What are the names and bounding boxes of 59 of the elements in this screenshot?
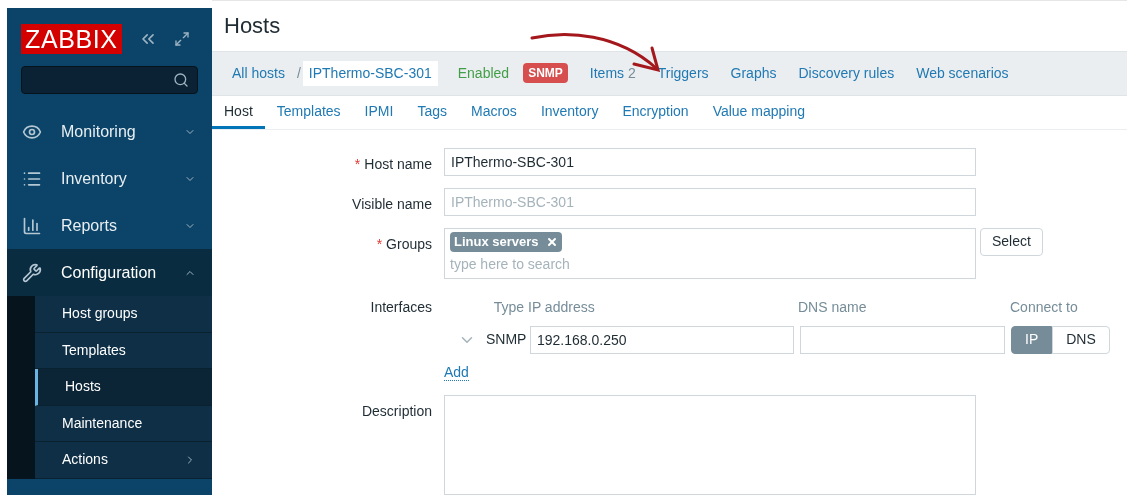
submenu-item[interactable]: Maintenance — [35, 405, 212, 442]
submenu-item[interactable]: Actions — [35, 442, 212, 479]
host-link[interactable]: Triggers — [657, 62, 709, 84]
column-header: IP address — [528, 298, 596, 317]
dns-name-field[interactable] — [800, 326, 1005, 354]
logo: ZABBIX — [21, 24, 122, 54]
bar-chart-icon — [22, 215, 42, 236]
breadcrumb-link[interactable]: All hosts — [220, 62, 297, 84]
column-header: Type — [492, 298, 525, 317]
host-link[interactable]: Graphs — [730, 62, 777, 84]
submenu-item[interactable]: Hosts — [35, 369, 212, 406]
tab[interactable]: Host — [212, 96, 265, 129]
search-placeholder: type here to search — [450, 255, 571, 274]
menu-item[interactable]: Reports — [7, 202, 212, 249]
tab[interactable]: Tags — [405, 96, 459, 129]
field-label: Groups — [386, 236, 432, 252]
wrench-icon — [22, 262, 42, 283]
breadcrumb-separator: / — [296, 63, 301, 83]
status-text: Enabled — [457, 63, 510, 83]
search-icon[interactable] — [173, 72, 189, 88]
add-link[interactable]: Add — [444, 364, 469, 381]
tab[interactable]: Templates — [264, 96, 353, 129]
field-label: Visible name — [352, 196, 432, 212]
host-link[interactable]: Items 2 — [589, 62, 636, 84]
required-mark: * — [376, 236, 383, 252]
submenu-item[interactable]: Templates — [35, 332, 212, 369]
required-mark: * — [354, 156, 361, 172]
submenu-item[interactable]: Host groups — [35, 296, 212, 333]
field-label: Interfaces — [370, 299, 432, 315]
select-button[interactable]: Select — [980, 228, 1043, 256]
description-field[interactable] — [444, 395, 976, 495]
host-link[interactable]: Web scenarios — [916, 62, 1009, 84]
snmp-badge: SNMP — [523, 63, 568, 84]
host-link[interactable]: Discovery rules — [798, 62, 895, 84]
menu-item[interactable]: Monitoring — [7, 108, 212, 155]
search-field[interactable] — [21, 66, 198, 94]
remove-icon[interactable] — [545, 236, 558, 248]
host-name-field[interactable]: IPThermo-SBC-301 — [444, 148, 976, 176]
ip-address-field[interactable]: 192.168.0.250 — [530, 326, 794, 354]
visible-name-field[interactable]: IPThermo-SBC-301 — [444, 188, 976, 216]
interface-type: SNMP — [486, 330, 528, 350]
breadcrumb-link[interactable]: IPThermo-SBC-301 — [302, 60, 438, 86]
field-label: Description — [361, 403, 432, 419]
groups-field[interactable]: Linux servers type here to search — [444, 228, 976, 279]
tab[interactable]: Inventory — [528, 96, 611, 129]
column-header: DNS name — [798, 298, 868, 317]
column-header: Connect to — [1010, 298, 1078, 317]
connect-toggle[interactable]: IP — [1011, 326, 1053, 354]
menu-item[interactable]: Inventory — [7, 155, 212, 202]
field-label: Host name — [364, 156, 432, 172]
tab[interactable]: Value mapping — [700, 96, 817, 129]
expand-icon[interactable] — [173, 31, 190, 47]
menu-item[interactable]: Configuration — [7, 249, 212, 296]
page-title: Hosts — [224, 12, 281, 41]
tab[interactable]: Encryption — [610, 96, 701, 129]
connect-toggle[interactable]: DNS — [1052, 326, 1110, 354]
tab[interactable]: IPMI — [352, 96, 406, 129]
group-tag: Linux servers — [450, 232, 562, 252]
tab[interactable]: Macros — [458, 96, 529, 129]
